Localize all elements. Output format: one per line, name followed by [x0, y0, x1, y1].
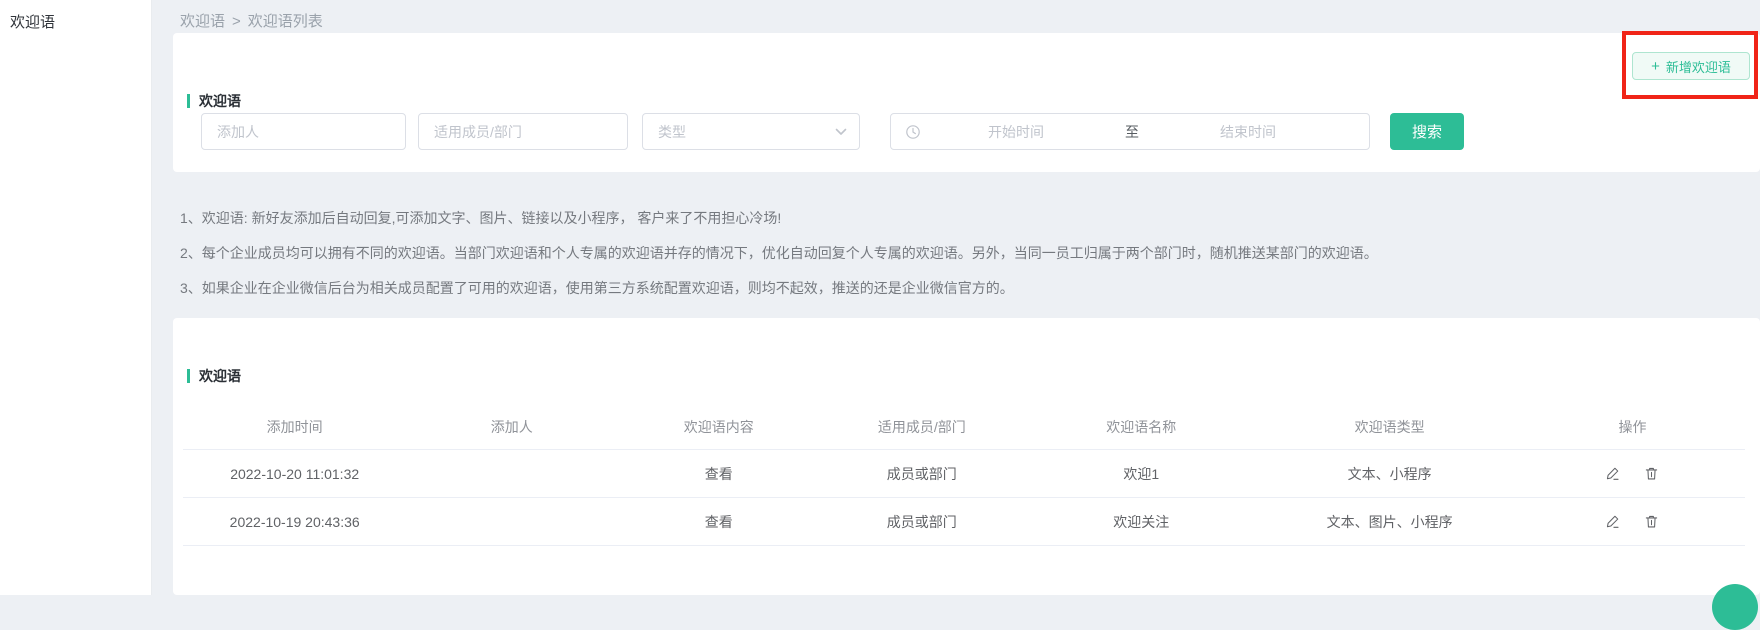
edit-button[interactable]	[1605, 466, 1620, 481]
delete-button[interactable]	[1644, 514, 1659, 529]
filter-section-title: 欢迎语	[199, 91, 241, 111]
welcome-list-card: 欢迎语 添加时间 添加人 欢迎语内容 适用成员/部门 欢迎语名称 欢迎语类型 操…	[173, 318, 1760, 595]
edit-pencil-icon	[1605, 514, 1620, 529]
trash-icon	[1644, 466, 1659, 481]
end-time-placeholder: 结束时间	[1153, 122, 1343, 142]
section-bar-icon	[187, 369, 190, 383]
adder-input[interactable]	[201, 113, 406, 150]
table-row: 2022-10-20 11:01:32 查看 成员或部门 欢迎1 文本、小程序	[183, 450, 1745, 498]
cell-added-time: 2022-10-19 20:43:36	[183, 514, 406, 530]
date-range-picker[interactable]: 开始时间 至 结束时间	[890, 113, 1370, 150]
cell-members: 成员或部门	[820, 464, 1023, 484]
chevron-down-icon	[835, 128, 847, 136]
column-header-type: 欢迎语类型	[1259, 417, 1520, 437]
start-time-placeholder: 开始时间	[921, 122, 1111, 142]
main-content: 欢迎语>欢迎语列表 欢迎语 类型 开始时间 至 结	[153, 0, 1760, 595]
cell-operation	[1520, 466, 1745, 481]
cell-type: 文本、图片、小程序	[1259, 512, 1520, 532]
tip-line-2: 2、每个企业成员均可以拥有不同的欢迎语。当部门欢迎语和个人专属的欢迎语并存的情况…	[180, 245, 1378, 261]
tip-line-3: 3、如果企业在企业微信后台为相关成员配置了可用的欢迎语，使用第三方系统配置欢迎语…	[180, 280, 1378, 296]
member-department-input[interactable]	[418, 113, 628, 150]
sidebar: 欢迎语	[0, 0, 152, 595]
column-header-operation: 操作	[1520, 417, 1745, 437]
section-bar-icon	[187, 94, 190, 108]
floating-action-button[interactable]	[1712, 584, 1758, 630]
list-section-title: 欢迎语	[199, 366, 241, 386]
date-range-separator: 至	[1111, 122, 1153, 142]
trash-icon	[1644, 514, 1659, 529]
column-header-members: 适用成员/部门	[820, 417, 1023, 437]
column-header-added-time: 添加时间	[183, 417, 406, 437]
cell-type: 文本、小程序	[1259, 464, 1520, 484]
column-header-name: 欢迎语名称	[1023, 417, 1259, 437]
tip-line-1: 1、欢迎语: 新好友添加后自动回复,可添加文字、图片、链接以及小程序， 客户来了…	[180, 210, 1378, 226]
table-header-row: 添加时间 添加人 欢迎语内容 适用成员/部门 欢迎语名称 欢迎语类型 操作	[183, 405, 1745, 450]
breadcrumb-parent[interactable]: 欢迎语	[180, 13, 225, 30]
cell-operation	[1520, 514, 1745, 529]
breadcrumb: 欢迎语 > 欢迎语列表	[180, 10, 323, 31]
filter-section-head: 欢迎语	[187, 91, 241, 111]
plus-icon: +	[1651, 58, 1660, 75]
welcome-table: 添加时间 添加人 欢迎语内容 适用成员/部门 欢迎语名称 欢迎语类型 操作 20…	[183, 405, 1745, 546]
add-welcome-button[interactable]: + 新增欢迎语	[1632, 52, 1750, 80]
list-section-head: 欢迎语	[187, 366, 241, 386]
welcome-filter-card: 欢迎语 类型 开始时间 至 结束时间 搜索 +	[173, 33, 1760, 172]
edit-pencil-icon	[1605, 466, 1620, 481]
edit-button[interactable]	[1605, 514, 1620, 529]
clock-icon	[905, 124, 921, 140]
type-select[interactable]: 类型	[642, 113, 860, 150]
cell-content-view-link[interactable]: 查看	[617, 512, 820, 532]
cell-content-view-link[interactable]: 查看	[617, 464, 820, 484]
breadcrumb-current: 欢迎语列表	[248, 13, 323, 30]
breadcrumb-separator: >	[232, 13, 241, 30]
tips-list: 1、欢迎语: 新好友添加后自动回复,可添加文字、图片、链接以及小程序， 客户来了…	[180, 210, 1378, 315]
cell-members: 成员或部门	[820, 512, 1023, 532]
cell-name: 欢迎关注	[1023, 512, 1259, 532]
cell-added-time: 2022-10-20 11:01:32	[183, 466, 406, 482]
add-welcome-button-label: 新增欢迎语	[1666, 57, 1731, 76]
table-row: 2022-10-19 20:43:36 查看 成员或部门 欢迎关注 文本、图片、…	[183, 498, 1745, 546]
type-select-placeholder: 类型	[658, 122, 686, 142]
column-header-content: 欢迎语内容	[617, 417, 820, 437]
filter-row: 类型 开始时间 至 结束时间 搜索	[201, 113, 1464, 150]
delete-button[interactable]	[1644, 466, 1659, 481]
sidebar-item-welcome-message[interactable]: 欢迎语	[0, 0, 151, 43]
column-header-adder: 添加人	[406, 417, 617, 437]
cell-name: 欢迎1	[1023, 464, 1259, 484]
search-button[interactable]: 搜索	[1390, 113, 1464, 150]
